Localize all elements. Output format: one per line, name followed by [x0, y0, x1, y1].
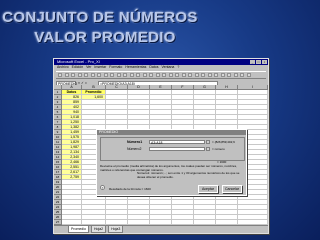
- cancel-button[interactable]: Cancelar: [222, 185, 242, 193]
- toolbar-button-icon[interactable]: [71, 73, 75, 77]
- toolbar-button-icon[interactable]: [90, 73, 95, 77]
- excel-titlebar: Microsoft Excel - Pro_XI _ □ ×: [54, 59, 268, 65]
- arg1-collapse-icon[interactable]: [206, 140, 210, 144]
- toolbar-button-icon[interactable]: [149, 73, 153, 77]
- arguments-group: Número1 A3:A18 = {826;859;402;9 Número2 …: [100, 137, 245, 161]
- minimize-icon[interactable]: _: [250, 60, 255, 64]
- slide-title-line1: CONJUNTO DE NÚMEROS: [2, 9, 198, 26]
- menu-item[interactable]: Formato: [109, 65, 122, 70]
- toolbar-button-icon[interactable]: [103, 73, 108, 77]
- formula-result: Resultado de la fórmula = 1600: [109, 187, 151, 191]
- maximize-icon[interactable]: □: [256, 60, 261, 64]
- menu-item[interactable]: Datos: [149, 65, 158, 70]
- menu-item[interactable]: ?: [177, 65, 179, 70]
- menu-item[interactable]: Herramientas: [125, 65, 146, 70]
- toolbar-button-icon[interactable]: [162, 73, 166, 77]
- help-icon[interactable]: ?: [100, 185, 105, 190]
- toolbar-button-icon[interactable]: [227, 73, 231, 77]
- toolbar-button-icon[interactable]: [77, 73, 82, 77]
- dialog-title: PROMEDIO: [97, 130, 246, 135]
- arg1-input[interactable]: A3:A18: [149, 140, 205, 145]
- toolbar-button-icon[interactable]: [214, 73, 218, 77]
- toolbar-button-icon[interactable]: [97, 73, 101, 77]
- toolbar-button-icon[interactable]: [201, 73, 205, 77]
- close-icon[interactable]: ×: [262, 60, 267, 64]
- toolbar-button-icon[interactable]: [188, 73, 192, 77]
- sheet-tab-promedio[interactable]: Promedio: [68, 226, 89, 233]
- sheet-tab-hoja2[interactable]: Hoja2: [90, 226, 107, 233]
- toolbar-button-icon[interactable]: [233, 73, 238, 77]
- menu-item[interactable]: Edición: [72, 65, 83, 70]
- menu-item[interactable]: Insertar: [94, 65, 106, 70]
- arg2-collapse-icon[interactable]: [206, 147, 210, 151]
- toolbar-button-icon[interactable]: [175, 73, 179, 77]
- toolbar-button-icon[interactable]: [123, 73, 127, 77]
- menu-bar: Archivo Edición Ver Insertar Formato Herramie…: [54, 65, 268, 70]
- toolbar-button-icon[interactable]: [207, 73, 212, 77]
- function-arguments-dialog: PROMEDIO Número1 A3:A18 = {826;859;402;9…: [96, 129, 247, 196]
- toolbar-button-icon[interactable]: [181, 73, 186, 77]
- toolbar-button-icon[interactable]: [116, 73, 121, 77]
- arg1-result: = {826;859;402;9: [212, 140, 235, 144]
- arg1-label: Número1: [127, 140, 143, 144]
- toolbar-button-icon[interactable]: [194, 73, 199, 77]
- sheet-tabs: Promedio Hoja2 Hoja3: [54, 225, 268, 233]
- toolbar-button-icon[interactable]: [142, 73, 147, 77]
- toolbar-button-icon[interactable]: [58, 73, 62, 77]
- slide-title-line2: VALOR PROMEDIO: [34, 29, 176, 46]
- toolbar-button-icon[interactable]: [64, 73, 69, 77]
- menu-item[interactable]: Archivo: [57, 65, 69, 70]
- sheet-tab-hoja3[interactable]: Hoja3: [108, 226, 124, 233]
- menu-item[interactable]: Ventana: [162, 65, 175, 70]
- arg2-label: Número2: [127, 147, 142, 151]
- arg2-result: = número: [212, 147, 225, 151]
- toolbar-button-icon[interactable]: [84, 73, 88, 77]
- toolbar-button-icon[interactable]: [240, 73, 244, 77]
- toolbar-button-icon[interactable]: [136, 73, 140, 77]
- argument-description: Número1: número1;...; son entre 1 y 30 a…: [137, 171, 240, 179]
- toolbar: [56, 71, 266, 79]
- menu-item[interactable]: Ver: [86, 65, 91, 70]
- excel-window-title: Microsoft Excel - Pro_XI: [57, 59, 100, 64]
- accept-button[interactable]: Aceptar: [198, 185, 218, 193]
- toolbar-button-icon[interactable]: [129, 73, 134, 77]
- toolbar-button-icon[interactable]: [168, 73, 173, 77]
- toolbar-button-icon[interactable]: [246, 73, 251, 77]
- toolbar-button-icon[interactable]: [220, 73, 225, 77]
- toolbar-button-icon[interactable]: [155, 73, 160, 77]
- arg2-input[interactable]: [149, 147, 205, 151]
- toolbar-button-icon[interactable]: [110, 73, 114, 77]
